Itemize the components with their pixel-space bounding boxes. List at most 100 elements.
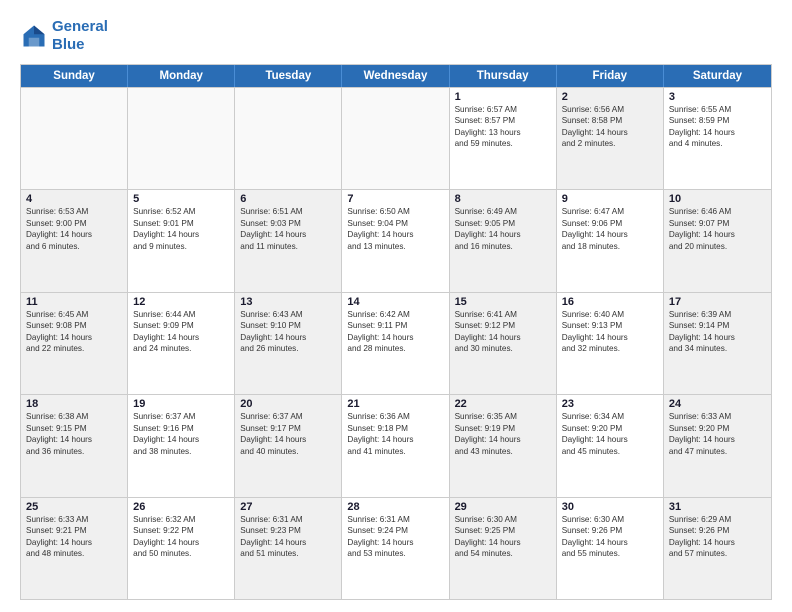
calendar-cell: 5Sunrise: 6:52 AMSunset: 9:01 PMDaylight… — [128, 190, 235, 291]
cell-info-line: Sunset: 9:01 PM — [133, 218, 229, 229]
cell-info-line: Daylight: 14 hours — [455, 537, 551, 548]
calendar-cell: 28Sunrise: 6:31 AMSunset: 9:24 PMDayligh… — [342, 498, 449, 599]
cell-info-line: Daylight: 14 hours — [455, 332, 551, 343]
cell-info-line: and 16 minutes. — [455, 241, 551, 252]
cell-info-line: Sunset: 9:04 PM — [347, 218, 443, 229]
cell-info-line: Daylight: 14 hours — [669, 434, 766, 445]
day-number: 19 — [133, 398, 229, 410]
cell-info-line: Daylight: 14 hours — [669, 332, 766, 343]
calendar-cell: 2Sunrise: 6:56 AMSunset: 8:58 PMDaylight… — [557, 88, 664, 189]
cell-info-line: and 40 minutes. — [240, 446, 336, 457]
logo-text: General Blue — [52, 18, 108, 54]
calendar-body: 1Sunrise: 6:57 AMSunset: 8:57 PMDaylight… — [21, 87, 771, 599]
header-day-tuesday: Tuesday — [235, 65, 342, 87]
cell-info-line: Daylight: 14 hours — [347, 229, 443, 240]
cell-info-line: Sunrise: 6:44 AM — [133, 309, 229, 320]
cell-info-line: and 51 minutes. — [240, 548, 336, 559]
cell-info-line: Daylight: 14 hours — [347, 332, 443, 343]
calendar-cell — [21, 88, 128, 189]
cell-info-line: Sunrise: 6:31 AM — [347, 514, 443, 525]
cell-info-line: and 50 minutes. — [133, 548, 229, 559]
calendar-cell: 29Sunrise: 6:30 AMSunset: 9:25 PMDayligh… — [450, 498, 557, 599]
day-number: 25 — [26, 501, 122, 513]
day-number: 1 — [455, 91, 551, 103]
cell-info-line: Sunrise: 6:52 AM — [133, 206, 229, 217]
cell-info-line: and 13 minutes. — [347, 241, 443, 252]
cell-info-line: and 30 minutes. — [455, 343, 551, 354]
calendar-cell: 13Sunrise: 6:43 AMSunset: 9:10 PMDayligh… — [235, 293, 342, 394]
day-number: 2 — [562, 91, 658, 103]
cell-info-line: Sunset: 9:00 PM — [26, 218, 122, 229]
cell-info-line: Sunrise: 6:38 AM — [26, 411, 122, 422]
cell-info-line: Sunset: 9:12 PM — [455, 320, 551, 331]
calendar-cell: 21Sunrise: 6:36 AMSunset: 9:18 PMDayligh… — [342, 395, 449, 496]
cell-info-line: Sunset: 9:05 PM — [455, 218, 551, 229]
day-number: 4 — [26, 193, 122, 205]
cell-info-line: Sunrise: 6:57 AM — [455, 104, 551, 115]
cell-info-line: Daylight: 14 hours — [240, 229, 336, 240]
cell-info-line: Sunrise: 6:41 AM — [455, 309, 551, 320]
cell-info-line: Sunset: 9:24 PM — [347, 525, 443, 536]
cell-info-line: and 59 minutes. — [455, 138, 551, 149]
calendar: SundayMondayTuesdayWednesdayThursdayFrid… — [20, 64, 772, 600]
day-number: 26 — [133, 501, 229, 513]
cell-info-line: Sunrise: 6:37 AM — [240, 411, 336, 422]
day-number: 24 — [669, 398, 766, 410]
cell-info-line: Sunrise: 6:33 AM — [669, 411, 766, 422]
cell-info-line: Sunrise: 6:51 AM — [240, 206, 336, 217]
cell-info-line: Daylight: 14 hours — [240, 332, 336, 343]
day-number: 15 — [455, 296, 551, 308]
cell-info-line: Daylight: 13 hours — [455, 127, 551, 138]
calendar-cell: 6Sunrise: 6:51 AMSunset: 9:03 PMDaylight… — [235, 190, 342, 291]
cell-info-line: and 36 minutes. — [26, 446, 122, 457]
cell-info-line: Sunset: 9:22 PM — [133, 525, 229, 536]
cell-info-line: Sunset: 8:58 PM — [562, 115, 658, 126]
cell-info-line: and 20 minutes. — [669, 241, 766, 252]
header-day-friday: Friday — [557, 65, 664, 87]
calendar-cell: 27Sunrise: 6:31 AMSunset: 9:23 PMDayligh… — [235, 498, 342, 599]
cell-info-line: Sunrise: 6:34 AM — [562, 411, 658, 422]
cell-info-line: Daylight: 14 hours — [562, 537, 658, 548]
calendar-cell: 7Sunrise: 6:50 AMSunset: 9:04 PMDaylight… — [342, 190, 449, 291]
cell-info-line: Sunrise: 6:30 AM — [455, 514, 551, 525]
calendar-cell: 26Sunrise: 6:32 AMSunset: 9:22 PMDayligh… — [128, 498, 235, 599]
day-number: 6 — [240, 193, 336, 205]
cell-info-line: and 45 minutes. — [562, 446, 658, 457]
cell-info-line: Sunset: 9:20 PM — [669, 423, 766, 434]
calendar-week-4: 18Sunrise: 6:38 AMSunset: 9:15 PMDayligh… — [21, 394, 771, 496]
cell-info-line: Sunset: 9:14 PM — [669, 320, 766, 331]
cell-info-line: Sunset: 9:11 PM — [347, 320, 443, 331]
day-number: 22 — [455, 398, 551, 410]
header-day-wednesday: Wednesday — [342, 65, 449, 87]
cell-info-line: Daylight: 14 hours — [669, 229, 766, 240]
day-number: 30 — [562, 501, 658, 513]
cell-info-line: and 24 minutes. — [133, 343, 229, 354]
cell-info-line: and 38 minutes. — [133, 446, 229, 457]
cell-info-line: Daylight: 14 hours — [133, 434, 229, 445]
day-number: 3 — [669, 91, 766, 103]
cell-info-line: Sunset: 9:15 PM — [26, 423, 122, 434]
cell-info-line: Sunset: 9:23 PM — [240, 525, 336, 536]
calendar-cell: 17Sunrise: 6:39 AMSunset: 9:14 PMDayligh… — [664, 293, 771, 394]
cell-info-line: Daylight: 14 hours — [133, 229, 229, 240]
day-number: 27 — [240, 501, 336, 513]
calendar-cell: 1Sunrise: 6:57 AMSunset: 8:57 PMDaylight… — [450, 88, 557, 189]
day-number: 10 — [669, 193, 766, 205]
cell-info-line: Sunset: 9:21 PM — [26, 525, 122, 536]
calendar-cell: 4Sunrise: 6:53 AMSunset: 9:00 PMDaylight… — [21, 190, 128, 291]
calendar-cell: 22Sunrise: 6:35 AMSunset: 9:19 PMDayligh… — [450, 395, 557, 496]
cell-info-line: Sunrise: 6:40 AM — [562, 309, 658, 320]
calendar-cell: 11Sunrise: 6:45 AMSunset: 9:08 PMDayligh… — [21, 293, 128, 394]
day-number: 28 — [347, 501, 443, 513]
day-number: 21 — [347, 398, 443, 410]
cell-info-line: Daylight: 14 hours — [669, 537, 766, 548]
cell-info-line: Sunrise: 6:47 AM — [562, 206, 658, 217]
cell-info-line: Sunset: 9:25 PM — [455, 525, 551, 536]
cell-info-line: Sunset: 9:10 PM — [240, 320, 336, 331]
day-number: 13 — [240, 296, 336, 308]
calendar-cell: 9Sunrise: 6:47 AMSunset: 9:06 PMDaylight… — [557, 190, 664, 291]
calendar-cell — [342, 88, 449, 189]
cell-info-line: and 9 minutes. — [133, 241, 229, 252]
cell-info-line: Daylight: 14 hours — [562, 434, 658, 445]
cell-info-line: Daylight: 14 hours — [26, 229, 122, 240]
